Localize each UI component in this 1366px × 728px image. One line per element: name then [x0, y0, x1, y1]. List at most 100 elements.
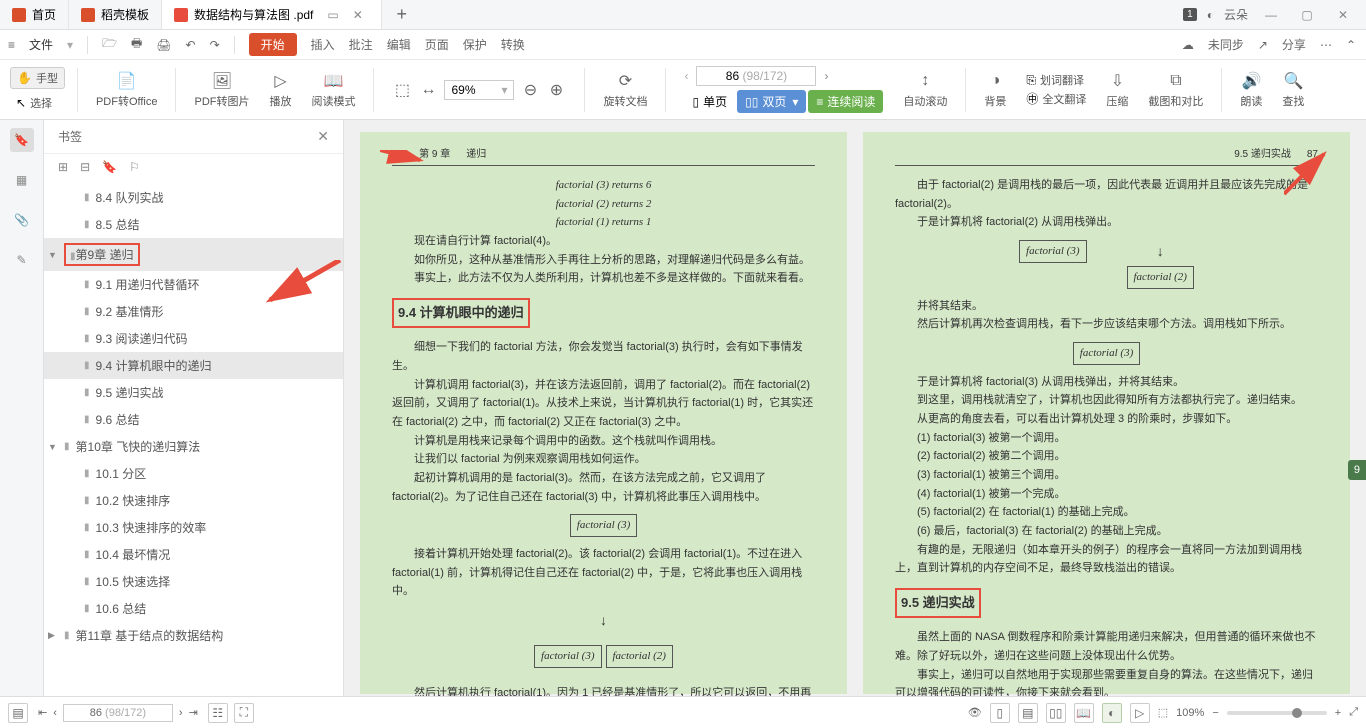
auto-scroll-button[interactable]: ↕自动滚动 — [897, 71, 953, 109]
next-page-icon[interactable]: › — [824, 69, 828, 83]
redo-icon[interactable]: ↷ — [210, 38, 220, 52]
view-continuous-icon[interactable]: ▤ — [1018, 703, 1038, 723]
tab-home[interactable]: 首页 — [0, 0, 69, 29]
actual-size-icon[interactable]: ⬚ — [392, 80, 412, 100]
chapter-tag[interactable]: 9 — [1348, 460, 1366, 480]
bookmark-item[interactable]: ▼▮第9章 递归 — [44, 238, 343, 271]
zoom-input[interactable]: 69%▾ — [444, 80, 514, 100]
expand-all-icon[interactable]: ⊞ — [58, 160, 68, 174]
close-icon[interactable]: ✕ — [353, 8, 363, 22]
document-viewport[interactable]: 86第 9 章递归 factorial (3) returns 6 factor… — [344, 120, 1366, 706]
bookmarks-list[interactable]: ▮8.4 队列实战▮8.5 总结▼▮第9章 递归▮9.1 用递归代替循环▮9.2… — [44, 180, 343, 706]
sb-prev-page-icon[interactable]: ‹ — [53, 707, 57, 719]
background-button[interactable]: ◑背景 — [978, 71, 1012, 109]
full-translate-button[interactable]: ㊥全文翻译 — [1026, 90, 1086, 107]
collapse-all-icon[interactable]: ⊟ — [80, 160, 90, 174]
open-icon[interactable]: 🗁 — [102, 34, 117, 55]
bookmark-item[interactable]: ▼▮第10章 飞快的递归算法 — [44, 433, 343, 460]
bookmark-item[interactable]: ▮10.5 快速选择 — [44, 568, 343, 595]
sb-expand-icon[interactable]: ⤢ — [1349, 706, 1358, 719]
sb-first-page-icon[interactable]: ⇤ — [38, 706, 47, 719]
bookmark-item[interactable]: ▮8.4 队列实战 — [44, 184, 343, 211]
edit-menu[interactable]: 编辑 — [387, 36, 411, 53]
view-book-icon[interactable]: 📖 — [1074, 703, 1094, 723]
sb-last-page-icon[interactable]: ⇥ — [189, 706, 198, 719]
close-panel-icon[interactable]: ✕ — [317, 128, 329, 145]
save-icon[interactable]: 🖶 — [131, 34, 142, 55]
sb-fullscreen-icon[interactable]: ⛶ — [234, 703, 254, 723]
signatures-tab-icon[interactable]: ✎ — [10, 248, 34, 272]
page-menu[interactable]: 页面 — [425, 36, 449, 53]
tab-menu-icon[interactable]: ▭ — [327, 8, 338, 22]
continuous-button[interactable]: ≡连续阅读 — [808, 90, 883, 113]
pdf-to-image-button[interactable]: 🖼PDF转图片 — [188, 71, 255, 109]
page-number-input[interactable]: 86 (98/172) — [696, 66, 816, 86]
bookmark-item[interactable]: ▶▮第11章 基于结点的数据结构 — [44, 622, 343, 649]
slider-thumb[interactable] — [1292, 708, 1302, 718]
bookmark-settings-icon[interactable]: ⚐ — [129, 160, 140, 174]
bookmark-item[interactable]: ▮9.2 基准情形 — [44, 298, 343, 325]
night-mode-icon[interactable]: ◐ — [1102, 703, 1122, 723]
bookmark-item[interactable]: ▮9.1 用递归代替循环 — [44, 271, 343, 298]
tab-document[interactable]: 数据结构与算法图 .pdf▭✕ — [162, 0, 382, 29]
bookmark-item[interactable]: ▮10.3 快速排序的效率 — [44, 514, 343, 541]
play-button[interactable]: ▷播放 — [263, 71, 297, 109]
rotate-button[interactable]: ⟳旋转文档 — [597, 71, 653, 109]
close-window-button[interactable]: ✕ — [1330, 8, 1356, 22]
comment-menu[interactable]: 批注 — [349, 36, 373, 53]
sb-thumbnail-icon[interactable]: ☷ — [208, 703, 228, 723]
bookmark-item[interactable]: ▮9.3 阅读递归代码 — [44, 325, 343, 352]
minimize-button[interactable]: — — [1258, 8, 1284, 22]
print-icon[interactable]: 🖨 — [156, 38, 171, 52]
attachments-tab-icon[interactable]: 📎 — [10, 208, 34, 232]
crop-compare-button[interactable]: ⧉截图和对比 — [1142, 71, 1209, 109]
read-aloud-button[interactable]: 🔊朗读 — [1234, 71, 1268, 109]
fit-page-icon[interactable]: ⬚ — [1158, 706, 1168, 719]
eye-protect-icon[interactable]: 👁 — [968, 706, 982, 719]
undo-icon[interactable]: ↶ — [186, 38, 196, 52]
new-tab-button[interactable]: + — [382, 0, 422, 29]
bookmark-item[interactable]: ▮9.5 递归实战 — [44, 379, 343, 406]
sb-page-input[interactable]: 86 (98/172) — [63, 704, 173, 722]
sb-menu-icon[interactable]: ▤ — [8, 703, 28, 723]
bookmark-item[interactable]: ▮10.2 快速排序 — [44, 487, 343, 514]
bookmark-item[interactable]: ▮9.4 计算机眼中的递归 — [44, 352, 343, 379]
thumbnails-tab-icon[interactable]: ▦ — [10, 168, 34, 192]
view-double-icon[interactable]: ▯▯ — [1046, 703, 1066, 723]
fit-width-icon[interactable]: ↔ — [418, 80, 438, 100]
start-menu[interactable]: 开始 — [249, 33, 297, 56]
menu-icon[interactable]: ≡ — [8, 38, 15, 52]
cloud-user-label[interactable]: 云朵 — [1224, 6, 1248, 23]
view-single-icon[interactable]: ▯ — [990, 703, 1010, 723]
share-label[interactable]: 分享 — [1282, 36, 1306, 53]
select-tool-button[interactable]: ↖选择 — [10, 93, 65, 113]
insert-menu[interactable]: 插入 — [311, 36, 335, 53]
bookmark-add-icon[interactable]: 🔖 — [102, 160, 117, 174]
single-page-button[interactable]: ▯单页 — [684, 90, 735, 113]
zoom-slider[interactable] — [1227, 711, 1327, 715]
zoom-in-icon[interactable]: ⊕ — [546, 80, 566, 100]
sb-next-page-icon[interactable]: › — [179, 707, 183, 719]
zoom-out-icon[interactable]: ⊖ — [520, 80, 540, 100]
file-menu[interactable]: 文件 — [29, 36, 53, 53]
protect-menu[interactable]: 保护 — [463, 36, 487, 53]
collapse-ribbon-icon[interactable]: ⌃ — [1346, 38, 1356, 52]
bookmark-item[interactable]: ▮10.4 最坏情况 — [44, 541, 343, 568]
slideshow-icon[interactable]: ▷ — [1130, 703, 1150, 723]
read-mode-button[interactable]: 📖阅读模式 — [305, 71, 361, 109]
bookmark-item[interactable]: ▮9.6 总结 — [44, 406, 343, 433]
compress-button[interactable]: ⇩压缩 — [1100, 71, 1134, 109]
notification-badge[interactable]: 1 — [1183, 8, 1197, 21]
bookmark-item[interactable]: ▮10.1 分区 — [44, 460, 343, 487]
expand-arrow-icon[interactable]: ▼ — [48, 250, 57, 260]
prev-page-icon[interactable]: ‹ — [684, 69, 688, 83]
pdf-to-office-button[interactable]: 📄PDF转Office — [90, 71, 164, 109]
unsync-label[interactable]: 未同步 — [1208, 36, 1244, 53]
bookmark-item[interactable]: ▮10.6 总结 — [44, 595, 343, 622]
expand-arrow-icon[interactable]: ▼ — [48, 442, 57, 452]
selection-translate-button[interactable]: ⎘划词翻译 — [1026, 72, 1084, 88]
bookmarks-tab-icon[interactable]: 🔖 — [10, 128, 34, 152]
double-page-button[interactable]: ▯▯双页▾ — [737, 90, 806, 113]
zoom-minus-icon[interactable]: − — [1212, 707, 1218, 719]
find-button[interactable]: 🔍查找 — [1276, 71, 1310, 109]
